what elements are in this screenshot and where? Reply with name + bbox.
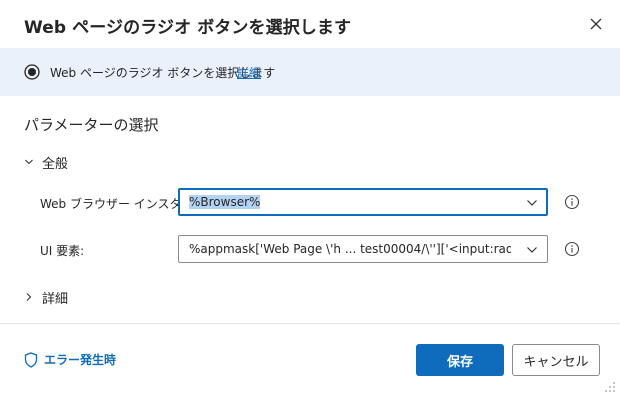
info-icon — [564, 241, 580, 257]
chevron-down-icon — [527, 247, 537, 253]
ui-element-value: %appmask['Web Page \'h ... test00004/\''… — [189, 242, 511, 256]
on-error-link[interactable]: エラー発生時 — [24, 351, 116, 368]
ui-element-info-button[interactable] — [564, 241, 580, 257]
chevron-right-icon — [26, 293, 32, 301]
dialog-header: Web ページのラジオ ボタンを選択します — [0, 0, 620, 48]
footer-divider — [0, 323, 620, 324]
chevron-down-icon — [25, 159, 33, 165]
group-details-toggle[interactable]: 詳細 — [24, 289, 69, 307]
browser-instance-dropdown[interactable]: %Browser% — [178, 188, 548, 216]
radio-button-icon — [24, 64, 40, 80]
on-error-label: エラー発生時 — [44, 353, 117, 367]
browser-instance-value: %Browser% — [189, 195, 261, 209]
dialog: Web ページのラジオ ボタンを選択します Web ページのラジオ ボタンを選択… — [0, 0, 620, 396]
dialog-title: Web ページのラジオ ボタンを選択します — [24, 18, 352, 38]
close-button[interactable] — [585, 13, 607, 35]
browser-instance-info-button[interactable] — [564, 194, 580, 210]
save-button[interactable]: 保存 — [416, 344, 504, 376]
cancel-button[interactable]: キャンセル — [512, 344, 600, 376]
info-icon — [564, 194, 580, 210]
group-general-toggle[interactable]: 全般 — [24, 154, 69, 172]
section-title: パラメーターの選択 — [24, 116, 159, 134]
browser-instance-value-wrap: %Browser% — [189, 195, 511, 209]
chevron-down-icon — [527, 200, 537, 206]
info-banner: Web ページのラジオ ボタンを選択します 詳細 — [0, 48, 620, 96]
ui-element-label: UI 要素: — [40, 244, 85, 258]
details-link[interactable]: 詳細 — [237, 64, 261, 81]
shield-icon — [24, 351, 38, 368]
resize-grip-icon[interactable] — [604, 381, 616, 393]
group-details-label: 詳細 — [42, 291, 69, 307]
close-icon — [590, 18, 602, 30]
ui-element-dropdown[interactable]: %appmask['Web Page \'h ... test00004/\''… — [178, 235, 548, 263]
group-general-label: 全般 — [42, 156, 69, 172]
